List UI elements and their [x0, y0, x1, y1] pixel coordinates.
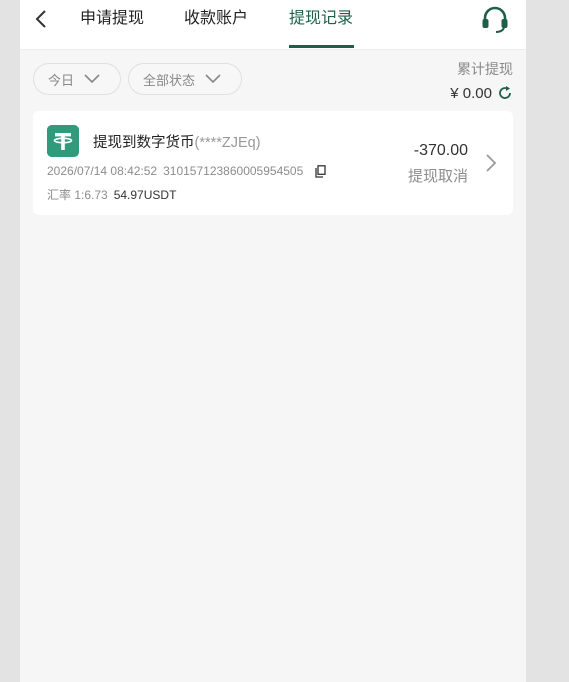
date-filter-label: 今日 [48, 72, 75, 88]
tab-payee-account[interactable]: 收款账户 [184, 8, 248, 30]
active-tab-indicator [289, 45, 354, 48]
usdt-amount: 54.97USDT [113, 188, 177, 202]
withdraw-record-card[interactable]: 提现到数字货币(****ZJEq) 2026/07/14 08:42:52 310… [33, 111, 513, 215]
total-withdraw-label: 累计提现 [457, 61, 513, 77]
record-title: 提现到数字货币(****ZJEq) [93, 131, 261, 152]
back-chevron-icon[interactable] [32, 8, 52, 30]
exchange-rate-row: 汇率 1:6.73 54.97USDT [47, 186, 176, 203]
record-txid: 310157123860005954505 [163, 164, 304, 178]
record-status: 提现取消 [407, 168, 468, 185]
chevron-right-icon [486, 154, 497, 172]
total-withdraw-value: ¥ 0.00 [450, 85, 492, 102]
copy-icon[interactable] [315, 165, 326, 178]
exchange-rate: 汇率 1:6.73 [47, 188, 108, 202]
record-amount: -370.00 [413, 142, 468, 159]
headset-icon[interactable] [480, 6, 510, 34]
refresh-icon[interactable] [497, 85, 513, 101]
app-screen: 申请提现 收款账户 提现记录 今日 全部状态 累计提现 ¥ 0.00 提现到数字… [20, 0, 526, 682]
top-bar: 申请提现 收款账户 提现记录 [20, 0, 526, 50]
status-filter-label: 全部状态 [143, 72, 196, 88]
tab-apply-withdraw[interactable]: 申请提现 [80, 8, 144, 30]
tab-withdraw-records[interactable]: 提现记录 [289, 8, 353, 30]
record-meta: 2026/07/14 08:42:52 310157123860005954505 [47, 164, 303, 178]
record-datetime: 2026/07/14 08:42:52 [47, 164, 158, 178]
record-title-text: 提现到数字货币 [93, 135, 195, 151]
tether-usdt-icon [47, 125, 79, 157]
masked-account: (****ZJEq) [194, 135, 261, 151]
status-filter-dropdown[interactable]: 全部状态 [128, 63, 242, 95]
chevron-down-icon [205, 74, 221, 84]
date-filter-dropdown[interactable]: 今日 [33, 63, 121, 95]
chevron-down-icon [84, 74, 100, 84]
